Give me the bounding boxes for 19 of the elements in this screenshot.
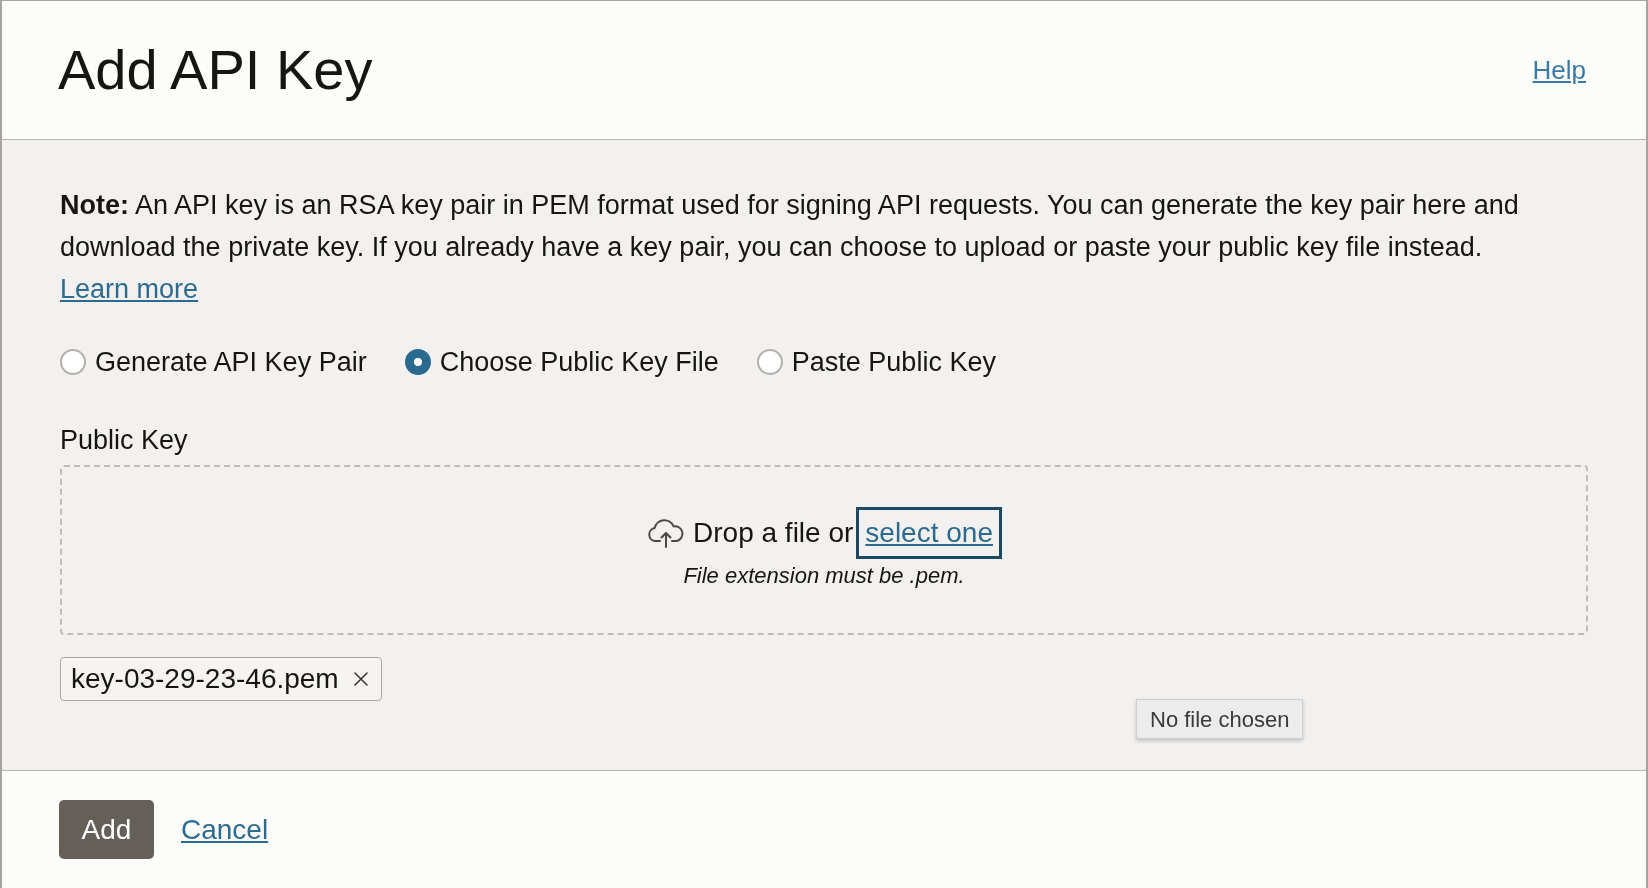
help-link[interactable]: Help [1532,57,1586,83]
tooltip: No file chosen [1136,699,1304,739]
file-drop-zone[interactable]: Drop a file or select one File extension must be .pem. [60,465,1588,635]
file-hint: File extension must be .pem. [683,563,965,589]
select-file-link[interactable]: select one [856,507,1002,559]
radio-button[interactable] [404,349,431,375]
field-label: Public Key [60,424,189,456]
radio-label: Choose Public Key File [439,346,719,378]
learn-more-link[interactable]: Learn more [60,268,199,310]
add-button[interactable]: Add [59,800,154,859]
note-text: Note: An API key is an RSA key pair in PEM format used for signing API requests. You can generate the key pair here and download the private key. If you already have a key pair, you can choose to upload or paste your public key file instead. [60,189,1520,264]
radio-label: Generate API Key Pair [95,346,367,378]
file-name: key-03-29-23-46.pem [71,663,339,695]
radio-button[interactable] [60,349,86,375]
cancel-link[interactable]: Cancel [181,808,269,851]
close-icon[interactable] [352,671,369,687]
radio-label: Paste Public Key [791,346,996,378]
radio-button[interactable] [756,349,783,375]
drop-text: Drop a file or [693,517,854,549]
